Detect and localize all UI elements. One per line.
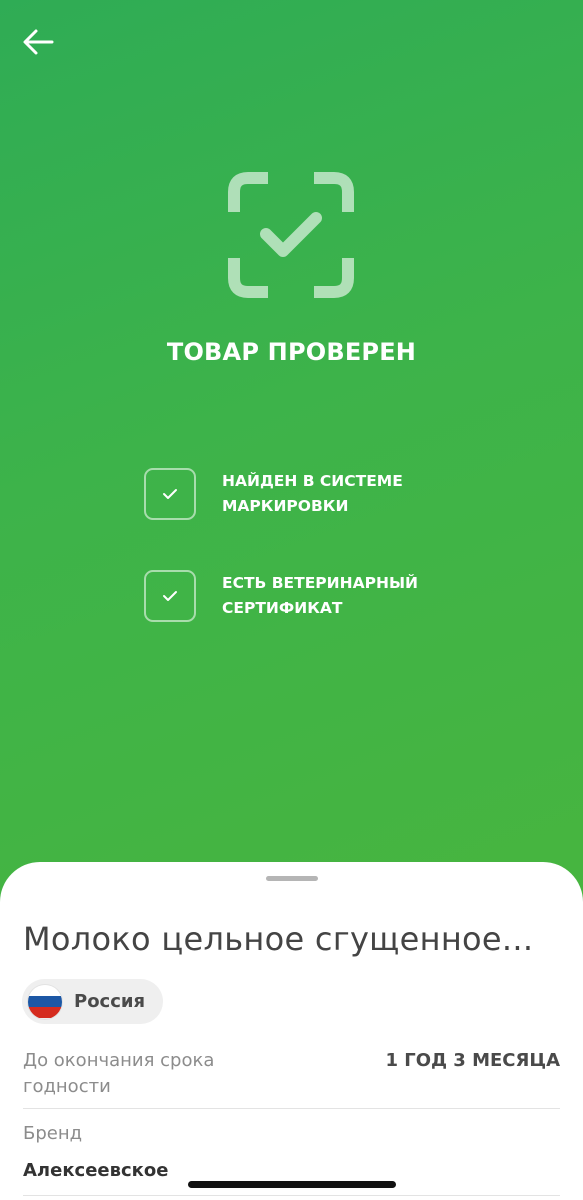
checkmark-icon [163,489,177,499]
check-item-vet-certificate: ЕСТЬ ВЕТЕРИНАРНЫЙ СЕРТИФИКАТ [144,570,442,622]
expiry-label: До окончания срока годности [23,1048,253,1100]
expiry-value: 1 ГОД 3 МЕСЯЦА [385,1050,560,1071]
divider [23,1108,560,1109]
check-label: ЕСТЬ ВЕТЕРИНАРНЫЙ СЕРТИФИКАТ [222,571,442,621]
country-chip: Россия [22,979,163,1024]
sheet-drag-handle[interactable] [266,876,318,881]
brand-label: Бренд [23,1123,83,1144]
check-label: НАЙДЕН В СИСТЕМЕ МАРКИРОВКИ [222,469,442,519]
checkmark-icon [163,591,177,601]
verification-hero: ТОВАР ПРОВЕРЕН НАЙДЕН В СИСТЕМЕ МАРКИРОВ… [0,0,583,900]
back-button[interactable] [18,22,58,62]
status-title: ТОВАР ПРОВЕРЕН [166,338,417,366]
check-label-line2: СЕРТИФИКАТ [222,599,343,617]
check-label-line1: НАЙДЕН В СИСТЕМЕ [222,472,403,490]
check-box [144,570,196,622]
check-box [144,468,196,520]
check-label-line2: МАРКИРОВКИ [222,497,349,515]
expiry-label-line1: До окончания срока [23,1050,215,1071]
russia-flag-icon [28,984,62,1019]
check-label-line1: ЕСТЬ ВЕТЕРИНАРНЫЙ [222,574,418,592]
country-label: Россия [74,991,146,1012]
home-indicator[interactable] [188,1181,396,1188]
product-bottom-sheet[interactable]: Молоко цельное сгущенное... Россия До ок… [0,862,583,1200]
divider [23,1195,560,1196]
expiry-label-line2: годности [23,1076,111,1097]
brand-value: Алексеевское [23,1160,169,1181]
arrow-left-icon [23,29,54,55]
product-name: Молоко цельное сгущенное... [23,920,534,958]
check-item-marking: НАЙДЕН В СИСТЕМЕ МАРКИРОВКИ [144,468,442,520]
scan-check-icon [228,172,354,298]
